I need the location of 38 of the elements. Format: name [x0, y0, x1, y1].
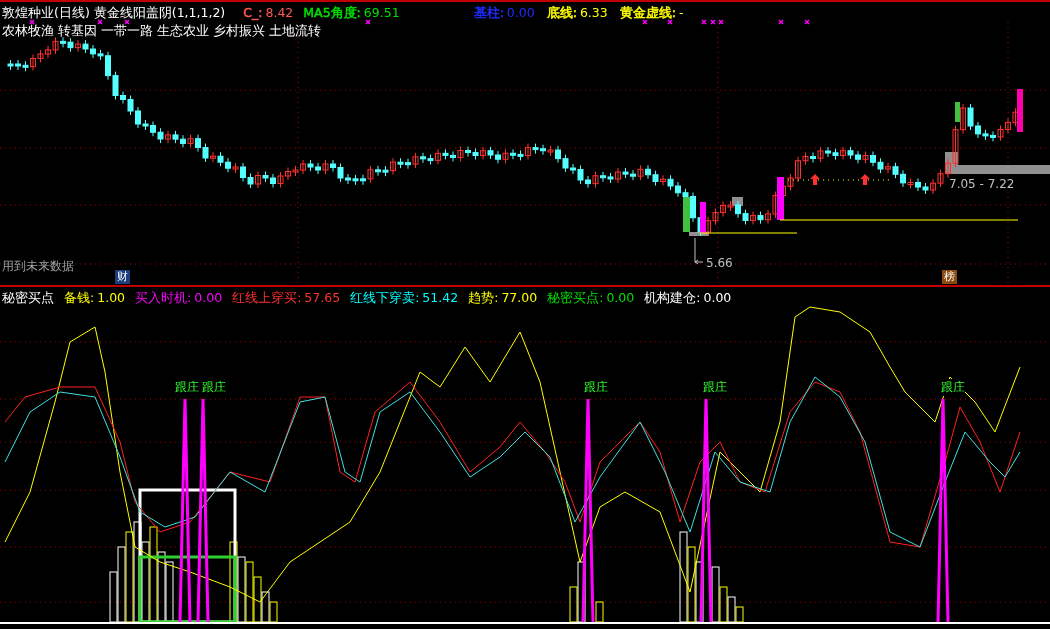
- readout-value: 51.42: [422, 290, 459, 307]
- readout-label: 黄金虚线:: [619, 5, 676, 22]
- readout-label: 红线上穿买:: [232, 290, 302, 307]
- signal-label: 跟庄: [175, 379, 199, 396]
- readout-label: 备钱:: [64, 290, 95, 307]
- readout-value: 6.33: [579, 5, 608, 22]
- readout-label: C_:: [243, 5, 263, 20]
- readout-value: 69.51: [363, 5, 400, 22]
- readout-value: -: [678, 5, 684, 22]
- readout-label: 机构建仓:: [644, 290, 701, 307]
- signal-label: 跟庄: [584, 379, 608, 396]
- price-range-label: 7.05 - 7.22: [949, 177, 1015, 191]
- marker-badge: 财: [115, 270, 130, 284]
- readout-value: 77.00: [501, 290, 538, 307]
- readout-value: 1.00: [97, 290, 126, 307]
- signal-label: 跟庄: [941, 379, 965, 396]
- readout-label: 秘密买点:: [547, 290, 604, 307]
- readout-value: 0.00: [194, 290, 223, 307]
- marker-badge: 榜: [942, 270, 957, 284]
- readout-value: 0.00: [606, 290, 635, 307]
- readout-value: 57.65: [304, 290, 341, 307]
- signal-label: 跟庄: [202, 379, 226, 396]
- readout-value: 0.00: [703, 290, 732, 307]
- readout-label: 红线下穿卖:: [350, 290, 420, 307]
- readout-value: 0.00: [506, 5, 535, 22]
- indicator-name: 黄金线阳盖阴(1,1,1,2): [93, 5, 226, 22]
- future-data-note: 用到未来数据: [2, 258, 74, 275]
- readout-label: MA5角度:: [303, 5, 361, 22]
- readout-label: 趋势:: [468, 290, 499, 307]
- readout-label: 基柱:: [473, 5, 504, 22]
- panel-title: 秘密买点: [2, 290, 54, 307]
- signal-label: 跟庄: [703, 379, 727, 396]
- readout-value: 8.42: [265, 5, 294, 20]
- low-price-label: 5.66: [706, 256, 733, 270]
- concept-tags: 农林牧渔 转基因 一带一路 生态农业 乡村振兴 土地流转: [2, 23, 321, 40]
- readout-label: 买入时机:: [135, 290, 192, 307]
- readout-label: 底线:: [546, 5, 577, 22]
- stock-title: 敦煌种业(日线): [2, 5, 90, 22]
